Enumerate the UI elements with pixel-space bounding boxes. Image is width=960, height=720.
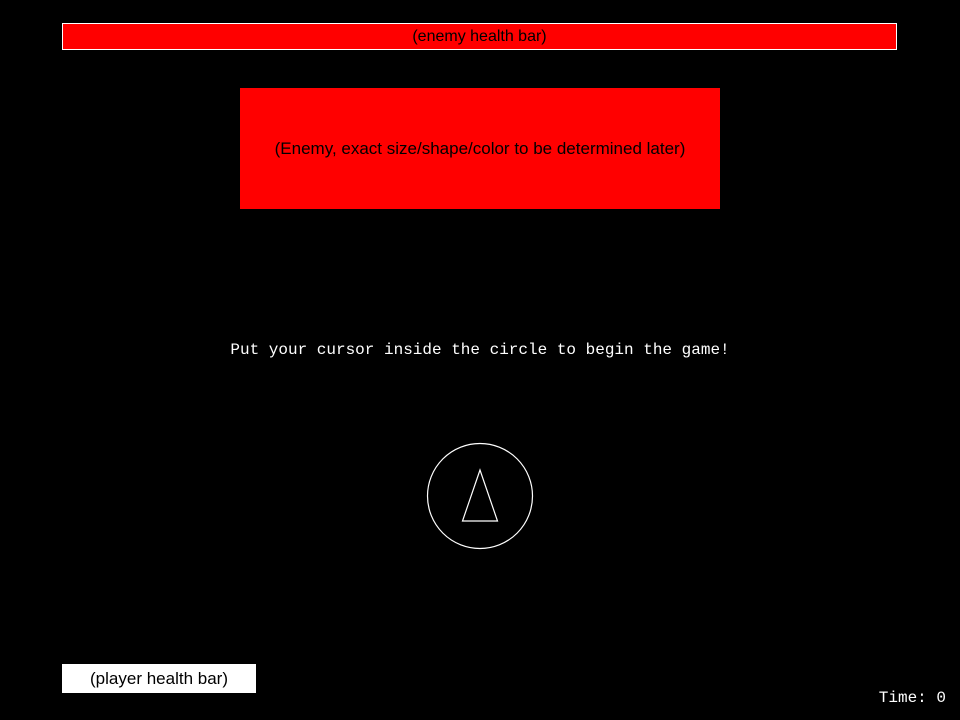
enemy: (Enemy, exact size/shape/color to be det… bbox=[240, 88, 720, 209]
timer-label: Time: bbox=[878, 689, 927, 707]
start-circle-graphic bbox=[426, 442, 534, 550]
triangle-ship-icon bbox=[461, 468, 499, 522]
instructions-text: Put your cursor inside the circle to beg… bbox=[230, 341, 730, 359]
enemy-label: (Enemy, exact size/shape/color to be det… bbox=[274, 138, 686, 158]
timer-value: 0 bbox=[936, 689, 946, 707]
player-health-bar: (player health bar) bbox=[62, 664, 256, 693]
start-circle[interactable] bbox=[426, 442, 534, 550]
enemy-health-bar-label: (enemy health bar) bbox=[412, 28, 547, 45]
start-circle-outline bbox=[426, 442, 534, 550]
enemy-health-bar: (enemy health bar) bbox=[62, 23, 897, 50]
player-health-bar-label: (player health bar) bbox=[90, 669, 228, 688]
timer: Time: 0 bbox=[879, 688, 946, 708]
game-canvas[interactable]: (enemy health bar) (Enemy, exact size/sh… bbox=[0, 0, 960, 720]
